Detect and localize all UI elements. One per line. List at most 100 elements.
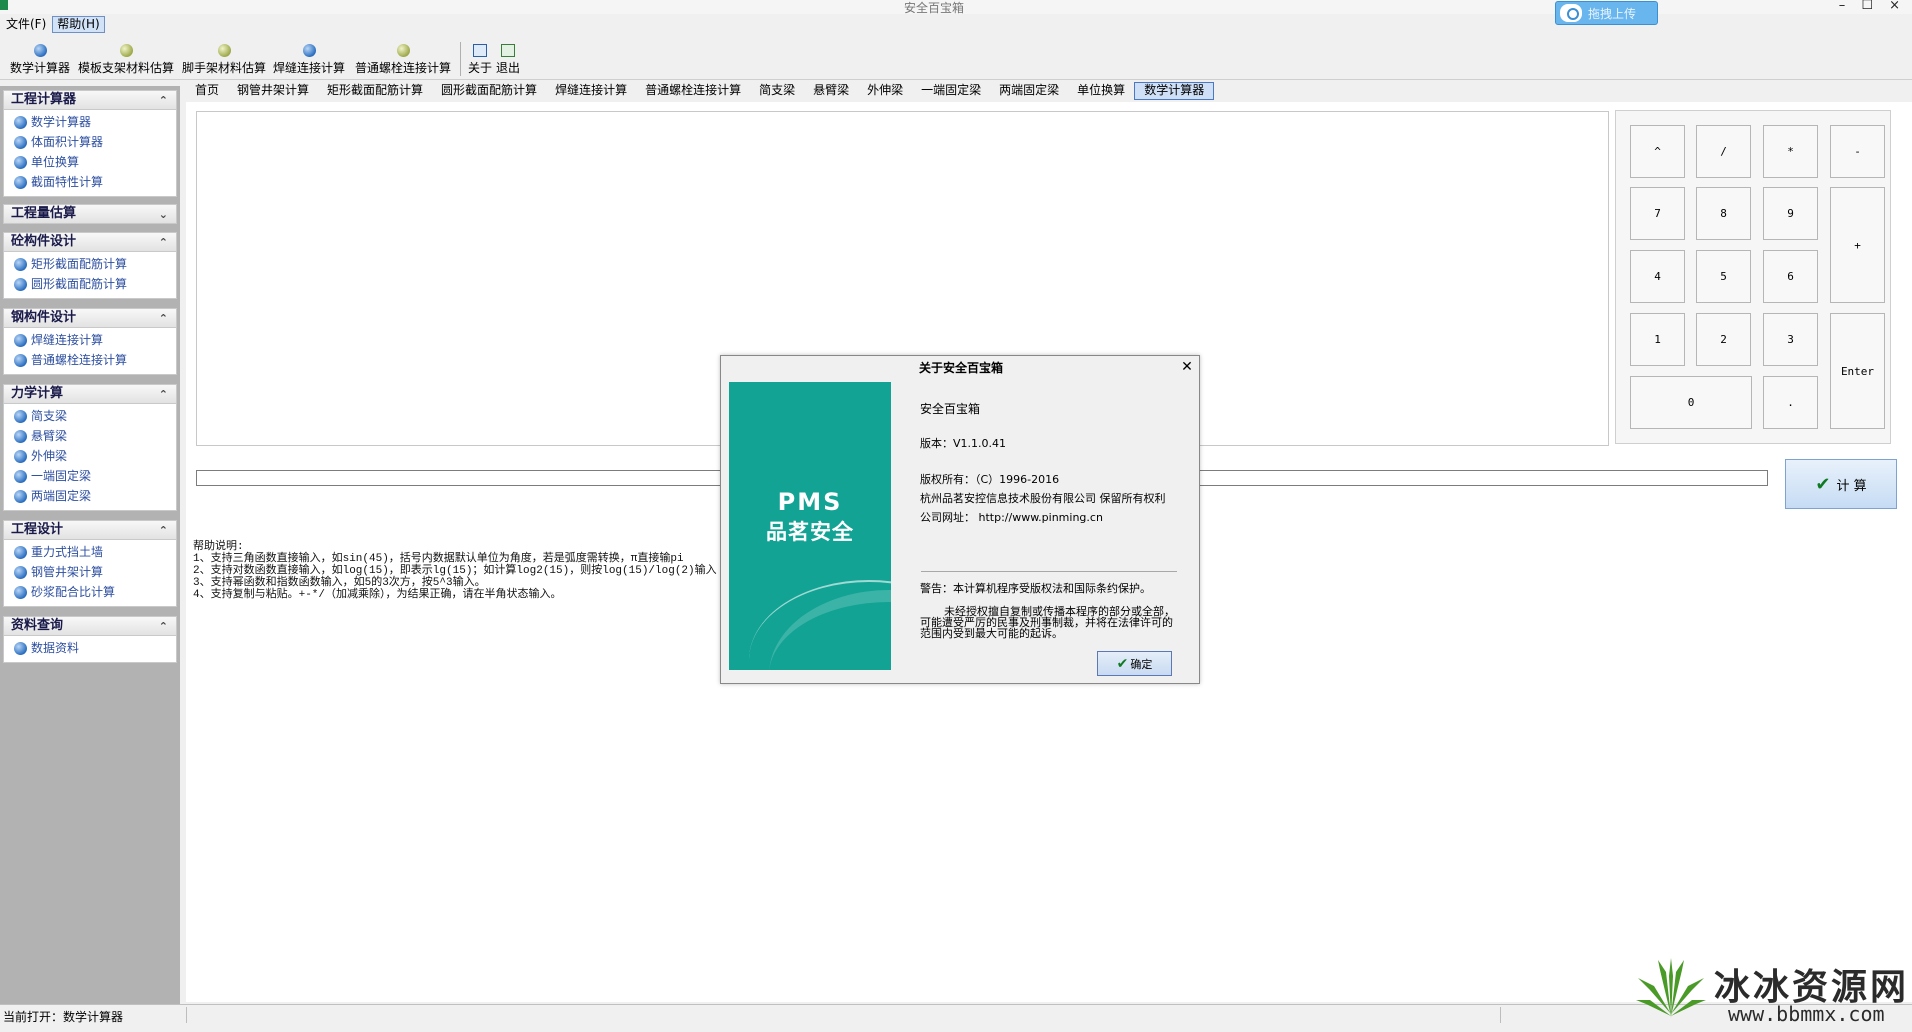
group-header[interactable]: 工程计算器 ⌃ xyxy=(3,90,177,110)
tab-both-ends-fixed[interactable]: 两端固定梁 xyxy=(990,82,1068,100)
key-divide[interactable]: / xyxy=(1696,125,1751,178)
tab-weld[interactable]: 焊缝连接计算 xyxy=(546,82,636,100)
sidebar-item[interactable]: 外伸梁 xyxy=(4,446,176,466)
key-power[interactable]: ^ xyxy=(1630,125,1685,178)
toolbar: 数学计算器 模板支架材料估算 脚手架材料估算 焊缝连接计算 普通螺栓连接计算 关… xyxy=(0,36,1912,80)
sidebar-item[interactable]: 数据资料 xyxy=(4,638,176,658)
drag-upload-button[interactable]: 拖拽上传 xyxy=(1555,1,1658,25)
tab-math-calculator[interactable]: 数学计算器 xyxy=(1134,82,1215,100)
collapse-chevron-icon[interactable]: ⌃ xyxy=(159,92,168,110)
sidebar-item[interactable]: 一端固定梁 xyxy=(4,466,176,486)
key-3[interactable]: 3 xyxy=(1763,313,1818,366)
key-5[interactable]: 5 xyxy=(1696,250,1751,303)
key-minus[interactable]: - xyxy=(1830,125,1885,178)
collapse-chevron-icon[interactable]: ⌃ xyxy=(159,618,168,636)
group-header[interactable]: 砼构件设计 ⌃ xyxy=(3,232,177,252)
close-icon[interactable]: ✕ xyxy=(1179,359,1195,375)
key-7[interactable]: 7 xyxy=(1630,187,1685,240)
tab-rect-section[interactable]: 矩形截面配筋计算 xyxy=(318,82,432,100)
group-header[interactable]: 资料查询 ⌃ xyxy=(3,616,177,636)
window-controls[interactable]: – ☐ × xyxy=(1839,0,1906,13)
menu-file[interactable]: 文件(F) xyxy=(2,16,50,33)
group-header[interactable]: 工程量估算 ⌄ xyxy=(3,204,177,224)
toolbar-separator xyxy=(460,42,461,76)
key-0[interactable]: 0 xyxy=(1630,376,1752,429)
group-header[interactable]: 力学计算 ⌃ xyxy=(3,384,177,404)
tab-home[interactable]: 首页 xyxy=(186,82,228,100)
sidebar-item[interactable]: 两端固定梁 xyxy=(4,486,176,506)
menu-help[interactable]: 帮助(H) xyxy=(52,15,105,33)
blue-ball-icon xyxy=(14,641,27,655)
collapse-chevron-icon[interactable]: ⌃ xyxy=(159,522,168,540)
sidebar-item[interactable]: 圆形截面配筋计算 xyxy=(4,274,176,294)
key-2[interactable]: 2 xyxy=(1696,313,1751,366)
toolbar-about[interactable]: 关于 xyxy=(468,44,492,76)
key-plus[interactable]: + xyxy=(1830,187,1885,303)
blue-ball-icon xyxy=(14,257,27,271)
key-8[interactable]: 8 xyxy=(1696,187,1751,240)
collapse-chevron-icon[interactable]: ⌃ xyxy=(159,234,168,252)
sidebar-group-concrete-design: 砼构件设计 ⌃ 矩形截面配筋计算 圆形截面配筋计算 xyxy=(3,232,177,299)
collapse-chevron-icon[interactable]: ⌃ xyxy=(159,310,168,328)
sidebar-item[interactable]: 体面积计算器 xyxy=(4,132,176,152)
key-9[interactable]: 9 xyxy=(1763,187,1818,240)
sidebar-item[interactable]: 数学计算器 xyxy=(4,112,176,132)
tab-unit-conversion[interactable]: 单位换算 xyxy=(1068,82,1134,100)
sidebar-item-label: 简支梁 xyxy=(31,409,68,423)
dialog-company: 杭州品茗安控信息技术股份有限公司 保留所有权利 xyxy=(920,492,1166,505)
sidebar-item[interactable]: 单位换算 xyxy=(4,152,176,172)
sidebar-item-label: 数据资料 xyxy=(31,641,80,655)
tab-one-end-fixed[interactable]: 一端固定梁 xyxy=(912,82,990,100)
sidebar-item-label: 普通螺栓连接计算 xyxy=(31,353,128,367)
tab-bolt[interactable]: 普通螺栓连接计算 xyxy=(636,82,750,100)
toolbar-weld-connection[interactable]: 焊缝连接计算 xyxy=(273,44,345,76)
dialog-version: 版本：V1.1.0.41 xyxy=(920,437,1007,450)
toolbar-bolt-connection[interactable]: 普通螺栓连接计算 xyxy=(355,44,451,76)
sidebar-item[interactable]: 钢管井架计算 xyxy=(4,562,176,582)
key-decimal[interactable]: . xyxy=(1763,376,1818,429)
blue-ball-icon xyxy=(14,489,27,503)
sidebar-item-label: 矩形截面配筋计算 xyxy=(31,257,128,271)
blue-ball-icon xyxy=(14,585,27,599)
key-6[interactable]: 6 xyxy=(1763,250,1818,303)
sidebar-item[interactable]: 截面特性计算 xyxy=(4,172,176,192)
sidebar-item[interactable]: 悬臂梁 xyxy=(4,426,176,446)
key-4[interactable]: 4 xyxy=(1630,250,1685,303)
tab-circle-section[interactable]: 圆形截面配筋计算 xyxy=(432,82,546,100)
key-1[interactable]: 1 xyxy=(1630,313,1685,366)
calculate-button[interactable]: ✔ 计 算 xyxy=(1785,459,1897,509)
tab-cantilever[interactable]: 悬臂梁 xyxy=(804,82,858,100)
key-enter[interactable]: Enter xyxy=(1830,313,1885,429)
sidebar-item[interactable]: 普通螺栓连接计算 xyxy=(4,350,176,370)
tab-simple-beam[interactable]: 简支梁 xyxy=(750,82,804,100)
key-multiply[interactable]: * xyxy=(1763,125,1818,178)
dialog-title: 关于安全百宝箱 xyxy=(918,361,1003,375)
toolbar-math-calculator[interactable]: 数学计算器 xyxy=(10,44,70,76)
sidebar-item[interactable]: 砂浆配合比计算 xyxy=(4,582,176,602)
tab-overhang-beam[interactable]: 外伸梁 xyxy=(858,82,912,100)
group-header[interactable]: 工程设计 ⌃ xyxy=(3,520,177,540)
status-divider xyxy=(186,1007,187,1023)
help-line: 3、支持幂函数和指数函数输入，如5的3次方，按5^3输入。 xyxy=(193,577,486,589)
exit-icon xyxy=(501,44,515,57)
blue-ball-icon xyxy=(14,353,27,367)
expand-chevron-icon[interactable]: ⌄ xyxy=(159,206,168,224)
tab-steel-derrick[interactable]: 钢管井架计算 xyxy=(228,82,318,100)
sidebar-item[interactable]: 简支梁 xyxy=(4,406,176,426)
toolbar-exit[interactable]: 退出 xyxy=(496,44,520,76)
brand-name-cn: 品茗安全 xyxy=(766,520,854,544)
sidebar-group-data-query: 资料查询 ⌃ 数据资料 xyxy=(3,616,177,663)
sidebar-item[interactable]: 矩形截面配筋计算 xyxy=(4,254,176,274)
cloud-icon xyxy=(1560,4,1582,22)
watermark: 冰冰资源网 www.bbmmx.com xyxy=(1616,950,1912,1032)
group-header[interactable]: 钢构件设计 ⌃ xyxy=(3,308,177,328)
sidebar-item[interactable]: 重力式挡土墙 xyxy=(4,542,176,562)
sidebar-item[interactable]: 焊缝连接计算 xyxy=(4,330,176,350)
ok-button[interactable]: ✔ 确定 xyxy=(1097,651,1172,676)
wave-decoration xyxy=(749,580,891,670)
checkmark-icon: ✔ xyxy=(1815,473,1831,495)
toolbar-scaffold-estimate[interactable]: 脚手架材料估算 xyxy=(182,44,266,76)
sidebar-item-label: 悬臂梁 xyxy=(31,429,68,443)
toolbar-formwork-estimate[interactable]: 模板支架材料估算 xyxy=(78,44,174,76)
collapse-chevron-icon[interactable]: ⌃ xyxy=(159,386,168,404)
